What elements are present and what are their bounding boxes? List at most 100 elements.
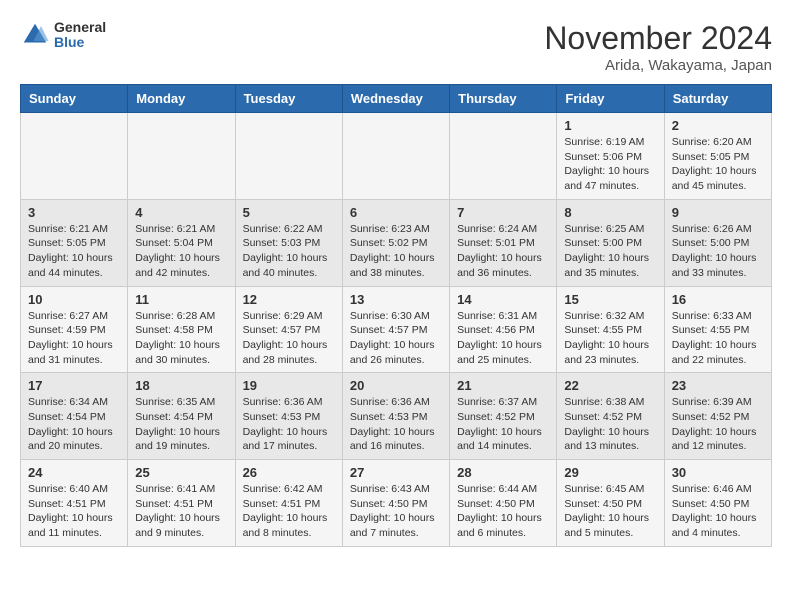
- day-info: Sunrise: 6:31 AM Sunset: 4:56 PM Dayligh…: [457, 309, 549, 368]
- day-number: 2: [672, 118, 764, 133]
- calendar-cell: 10 Sunrise: 6:27 AM Sunset: 4:59 PM Dayli…: [21, 286, 128, 373]
- header-cell-sunday: Sunday: [21, 85, 128, 113]
- day-info: Sunrise: 6:32 AM Sunset: 4:55 PM Dayligh…: [564, 309, 656, 368]
- day-info: Sunrise: 6:19 AM Sunset: 5:06 PM Dayligh…: [564, 135, 656, 194]
- day-info: Sunrise: 6:36 AM Sunset: 4:53 PM Dayligh…: [350, 395, 442, 454]
- day-number: 22: [564, 378, 656, 393]
- day-number: 25: [135, 465, 227, 480]
- day-number: 11: [135, 292, 227, 307]
- calendar-cell: 28 Sunrise: 6:44 AM Sunset: 4:50 PM Dayli…: [450, 460, 557, 547]
- calendar-cell: 25 Sunrise: 6:41 AM Sunset: 4:51 PM Dayli…: [128, 460, 235, 547]
- title-block: November 2024 Arida, Wakayama, Japan: [544, 20, 772, 74]
- calendar-cell: 22 Sunrise: 6:38 AM Sunset: 4:52 PM Dayli…: [557, 373, 664, 460]
- day-info: Sunrise: 6:33 AM Sunset: 4:55 PM Dayligh…: [672, 309, 764, 368]
- calendar-cell: 20 Sunrise: 6:36 AM Sunset: 4:53 PM Dayli…: [342, 373, 449, 460]
- calendar-cell: 4 Sunrise: 6:21 AM Sunset: 5:04 PM Daylig…: [128, 199, 235, 286]
- day-info: Sunrise: 6:23 AM Sunset: 5:02 PM Dayligh…: [350, 222, 442, 281]
- day-number: 6: [350, 205, 442, 220]
- day-info: Sunrise: 6:46 AM Sunset: 4:50 PM Dayligh…: [672, 482, 764, 541]
- day-info: Sunrise: 6:35 AM Sunset: 4:54 PM Dayligh…: [135, 395, 227, 454]
- day-info: Sunrise: 6:42 AM Sunset: 4:51 PM Dayligh…: [243, 482, 335, 541]
- calendar-cell: 27 Sunrise: 6:43 AM Sunset: 4:50 PM Dayli…: [342, 460, 449, 547]
- day-info: Sunrise: 6:36 AM Sunset: 4:53 PM Dayligh…: [243, 395, 335, 454]
- calendar-week-5: 24 Sunrise: 6:40 AM Sunset: 4:51 PM Dayli…: [21, 460, 772, 547]
- day-number: 20: [350, 378, 442, 393]
- day-number: 13: [350, 292, 442, 307]
- calendar-cell: 16 Sunrise: 6:33 AM Sunset: 4:55 PM Dayli…: [664, 286, 771, 373]
- calendar-cell: 8Sunrise: 6:25 AM Sunset: 5:00 PM Daylig…: [557, 199, 664, 286]
- header-cell-tuesday: Tuesday: [235, 85, 342, 113]
- day-info: Sunrise: 6:30 AM Sunset: 4:57 PM Dayligh…: [350, 309, 442, 368]
- day-number: 15: [564, 292, 656, 307]
- header-row: SundayMondayTuesdayWednesdayThursdayFrid…: [21, 85, 772, 113]
- calendar-cell: 18 Sunrise: 6:35 AM Sunset: 4:54 PM Dayli…: [128, 373, 235, 460]
- day-info: Sunrise: 6:44 AM Sunset: 4:50 PM Dayligh…: [457, 482, 549, 541]
- day-number: 27: [350, 465, 442, 480]
- day-number: 19: [243, 378, 335, 393]
- calendar-cell: 19 Sunrise: 6:36 AM Sunset: 4:53 PM Dayli…: [235, 373, 342, 460]
- day-info: Sunrise: 6:24 AM Sunset: 5:01 PM Dayligh…: [457, 222, 549, 281]
- day-number: 24: [28, 465, 120, 480]
- main-title: November 2024: [544, 20, 772, 57]
- header-cell-thursday: Thursday: [450, 85, 557, 113]
- header-cell-monday: Monday: [128, 85, 235, 113]
- day-number: 7: [457, 205, 549, 220]
- calendar-cell: 11 Sunrise: 6:28 AM Sunset: 4:58 PM Dayli…: [128, 286, 235, 373]
- day-number: 12: [243, 292, 335, 307]
- calendar-cell: 2 Sunrise: 6:20 AM Sunset: 5:05 PM Daylig…: [664, 113, 771, 200]
- header-cell-saturday: Saturday: [664, 85, 771, 113]
- calendar-body: 1Sunrise: 6:19 AM Sunset: 5:06 PM Daylig…: [21, 113, 772, 547]
- logo-general: General: [54, 20, 106, 35]
- day-info: Sunrise: 6:39 AM Sunset: 4:52 PM Dayligh…: [672, 395, 764, 454]
- day-number: 26: [243, 465, 335, 480]
- day-number: 30: [672, 465, 764, 480]
- day-number: 18: [135, 378, 227, 393]
- day-info: Sunrise: 6:34 AM Sunset: 4:54 PM Dayligh…: [28, 395, 120, 454]
- day-info: Sunrise: 6:37 AM Sunset: 4:52 PM Dayligh…: [457, 395, 549, 454]
- day-number: 8: [564, 205, 656, 220]
- calendar-table: SundayMondayTuesdayWednesdayThursdayFrid…: [20, 84, 772, 547]
- calendar-header: SundayMondayTuesdayWednesdayThursdayFrid…: [21, 85, 772, 113]
- calendar-cell: 26 Sunrise: 6:42 AM Sunset: 4:51 PM Dayli…: [235, 460, 342, 547]
- day-info: Sunrise: 6:20 AM Sunset: 5:05 PM Dayligh…: [672, 135, 764, 194]
- calendar-cell: 6 Sunrise: 6:23 AM Sunset: 5:02 PM Daylig…: [342, 199, 449, 286]
- day-number: 17: [28, 378, 120, 393]
- calendar-cell: 24 Sunrise: 6:40 AM Sunset: 4:51 PM Dayli…: [21, 460, 128, 547]
- day-info: Sunrise: 6:40 AM Sunset: 4:51 PM Dayligh…: [28, 482, 120, 541]
- day-info: Sunrise: 6:22 AM Sunset: 5:03 PM Dayligh…: [243, 222, 335, 281]
- calendar-cell: 12 Sunrise: 6:29 AM Sunset: 4:57 PM Dayli…: [235, 286, 342, 373]
- logo-icon: [20, 20, 50, 50]
- day-number: 10: [28, 292, 120, 307]
- calendar-cell: [21, 113, 128, 200]
- calendar-week-2: 3Sunrise: 6:21 AM Sunset: 5:05 PM Daylig…: [21, 199, 772, 286]
- calendar-cell: 17 Sunrise: 6:34 AM Sunset: 4:54 PM Dayli…: [21, 373, 128, 460]
- calendar-cell: 14Sunrise: 6:31 AM Sunset: 4:56 PM Dayli…: [450, 286, 557, 373]
- day-info: Sunrise: 6:26 AM Sunset: 5:00 PM Dayligh…: [672, 222, 764, 281]
- calendar-cell: 3Sunrise: 6:21 AM Sunset: 5:05 PM Daylig…: [21, 199, 128, 286]
- day-info: Sunrise: 6:21 AM Sunset: 5:04 PM Dayligh…: [135, 222, 227, 281]
- calendar-cell: 30 Sunrise: 6:46 AM Sunset: 4:50 PM Dayli…: [664, 460, 771, 547]
- day-info: Sunrise: 6:43 AM Sunset: 4:50 PM Dayligh…: [350, 482, 442, 541]
- calendar-cell: [128, 113, 235, 200]
- day-number: 16: [672, 292, 764, 307]
- day-info: Sunrise: 6:29 AM Sunset: 4:57 PM Dayligh…: [243, 309, 335, 368]
- day-number: 4: [135, 205, 227, 220]
- day-info: Sunrise: 6:28 AM Sunset: 4:58 PM Dayligh…: [135, 309, 227, 368]
- day-info: Sunrise: 6:41 AM Sunset: 4:51 PM Dayligh…: [135, 482, 227, 541]
- subtitle: Arida, Wakayama, Japan: [544, 57, 772, 74]
- calendar-cell: [342, 113, 449, 200]
- day-info: Sunrise: 6:38 AM Sunset: 4:52 PM Dayligh…: [564, 395, 656, 454]
- day-number: 23: [672, 378, 764, 393]
- day-number: 28: [457, 465, 549, 480]
- calendar-week-3: 10 Sunrise: 6:27 AM Sunset: 4:59 PM Dayli…: [21, 286, 772, 373]
- calendar-week-4: 17 Sunrise: 6:34 AM Sunset: 4:54 PM Dayli…: [21, 373, 772, 460]
- calendar-cell: 5Sunrise: 6:22 AM Sunset: 5:03 PM Daylig…: [235, 199, 342, 286]
- day-info: Sunrise: 6:27 AM Sunset: 4:59 PM Dayligh…: [28, 309, 120, 368]
- day-number: 29: [564, 465, 656, 480]
- calendar-cell: [450, 113, 557, 200]
- logo-text: General Blue: [54, 20, 106, 51]
- calendar-cell: [235, 113, 342, 200]
- day-info: Sunrise: 6:21 AM Sunset: 5:05 PM Dayligh…: [28, 222, 120, 281]
- page-header: General Blue November 2024 Arida, Wakaya…: [20, 20, 772, 74]
- calendar-cell: 23 Sunrise: 6:39 AM Sunset: 4:52 PM Dayli…: [664, 373, 771, 460]
